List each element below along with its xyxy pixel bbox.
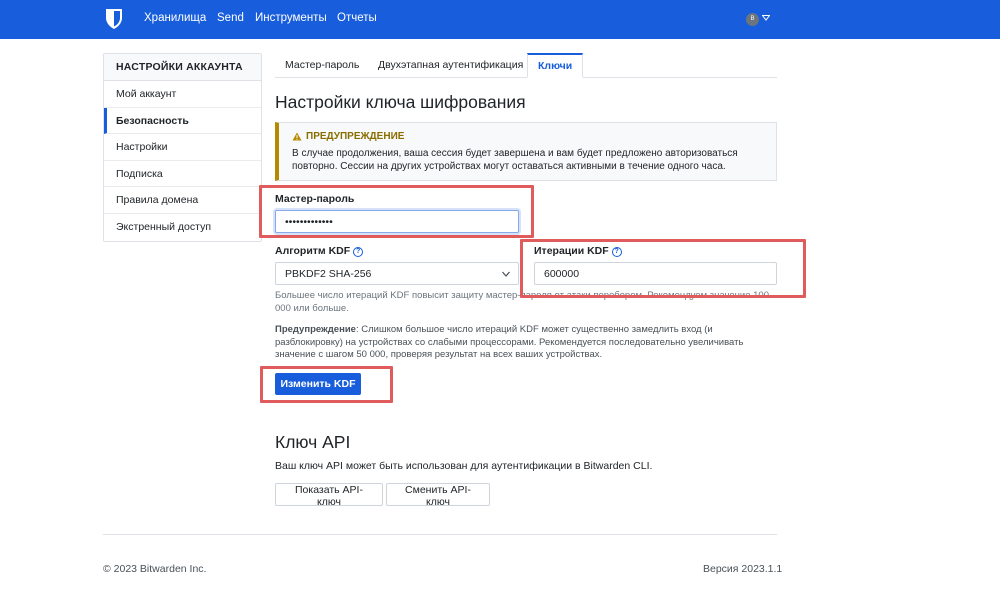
question-circle-icon[interactable]: ?	[611, 247, 622, 257]
kdf-iterations-input[interactable]: 600000	[534, 262, 777, 285]
nav-send-link[interactable]: Send	[217, 12, 244, 24]
warning-callout-body: В случае продолжения, ваша сессия будет …	[292, 148, 738, 172]
sidebar-header: НАСТРОЙКИ АККАУНТА	[104, 54, 261, 81]
rotate-api-key-button[interactable]: Сменить API-ключ	[386, 483, 490, 508]
security-tabs: Мастер-пароль Двухэтапная аутентификация…	[275, 53, 777, 78]
question-circle-icon[interactable]: ?	[353, 247, 364, 257]
tab-master-password[interactable]: Мастер-пароль	[275, 53, 369, 78]
tab-two-step-login[interactable]: Двухэтапная аутентификация	[368, 53, 533, 78]
kdf-algorithm-label: Алгоритм KDF?	[275, 245, 364, 257]
top-navbar: Хранилища Send Инструменты Отчеты B	[0, 0, 1000, 39]
kdf-algorithm-select[interactable]: PBKDF2 SHA-256	[275, 262, 519, 285]
kdf-warning-prefix: Предупреждение	[275, 324, 356, 335]
kdf-algorithm-selected-value: PBKDF2 SHA-256	[285, 268, 372, 280]
bitwarden-shield-icon[interactable]	[105, 8, 123, 30]
footer-copyright: © 2023 Bitwarden Inc.	[103, 563, 207, 575]
sidebar-item-preferences[interactable]: Настройки	[104, 134, 261, 161]
account-settings-sidebar: НАСТРОЙКИ АККАУНТА Мой аккаунт Безопасно…	[103, 53, 262, 242]
tab-keys[interactable]: Ключи	[527, 53, 584, 78]
show-api-key-button[interactable]: Показать API-ключ	[275, 483, 383, 508]
chevron-down-icon	[502, 271, 510, 277]
nav-tools-link[interactable]: Инструменты	[255, 12, 327, 24]
kdf-iterations-label: Итерации KDF?	[534, 245, 622, 257]
sidebar-item-my-account[interactable]: Мой аккаунт	[104, 81, 261, 108]
kdf-iterations-hint: Большее число итераций KDF повысит защит…	[275, 290, 769, 314]
footer-divider	[103, 534, 777, 535]
kdf-algorithm-label-text: Алгоритм KDF	[275, 245, 351, 257]
warning-callout: ПРЕДУПРЕЖДЕНИЕ В случае продолжения, ваш…	[275, 122, 777, 181]
chevron-down-icon[interactable]	[762, 15, 770, 21]
sidebar-item-emergency-access[interactable]: Экстренный доступ	[104, 214, 261, 241]
sidebar-item-domain-rules[interactable]: Правила домена	[104, 187, 261, 214]
sidebar-item-subscription[interactable]: Подписка	[104, 161, 261, 188]
master-password-label: Мастер-пароль	[275, 193, 355, 205]
api-key-description: Ваш ключ API может быть использован для …	[275, 460, 653, 472]
warning-title-text: ПРЕДУПРЕЖДЕНИЕ	[306, 131, 405, 142]
api-key-title: Ключ API	[275, 432, 351, 452]
footer-version: Версия 2023.1.1	[703, 563, 783, 575]
change-kdf-button[interactable]: Изменить KDF	[275, 373, 361, 395]
account-avatar[interactable]: B	[746, 13, 759, 26]
kdf-warning-text: Предупреждение: Слишком большое число ит…	[275, 324, 775, 362]
master-password-input[interactable]: •••••••••••••	[275, 210, 519, 233]
nav-vaults-link[interactable]: Хранилища	[144, 12, 206, 24]
warning-triangle-icon	[292, 132, 302, 141]
sidebar-item-security[interactable]: Безопасность	[104, 107, 261, 135]
kdf-iterations-label-text: Итерации KDF	[534, 245, 609, 257]
warning-callout-title: ПРЕДУПРЕЖДЕНИЕ	[292, 131, 763, 142]
encryption-settings-title: Настройки ключа шифрования	[275, 92, 526, 112]
nav-reports-link[interactable]: Отчеты	[337, 12, 377, 24]
